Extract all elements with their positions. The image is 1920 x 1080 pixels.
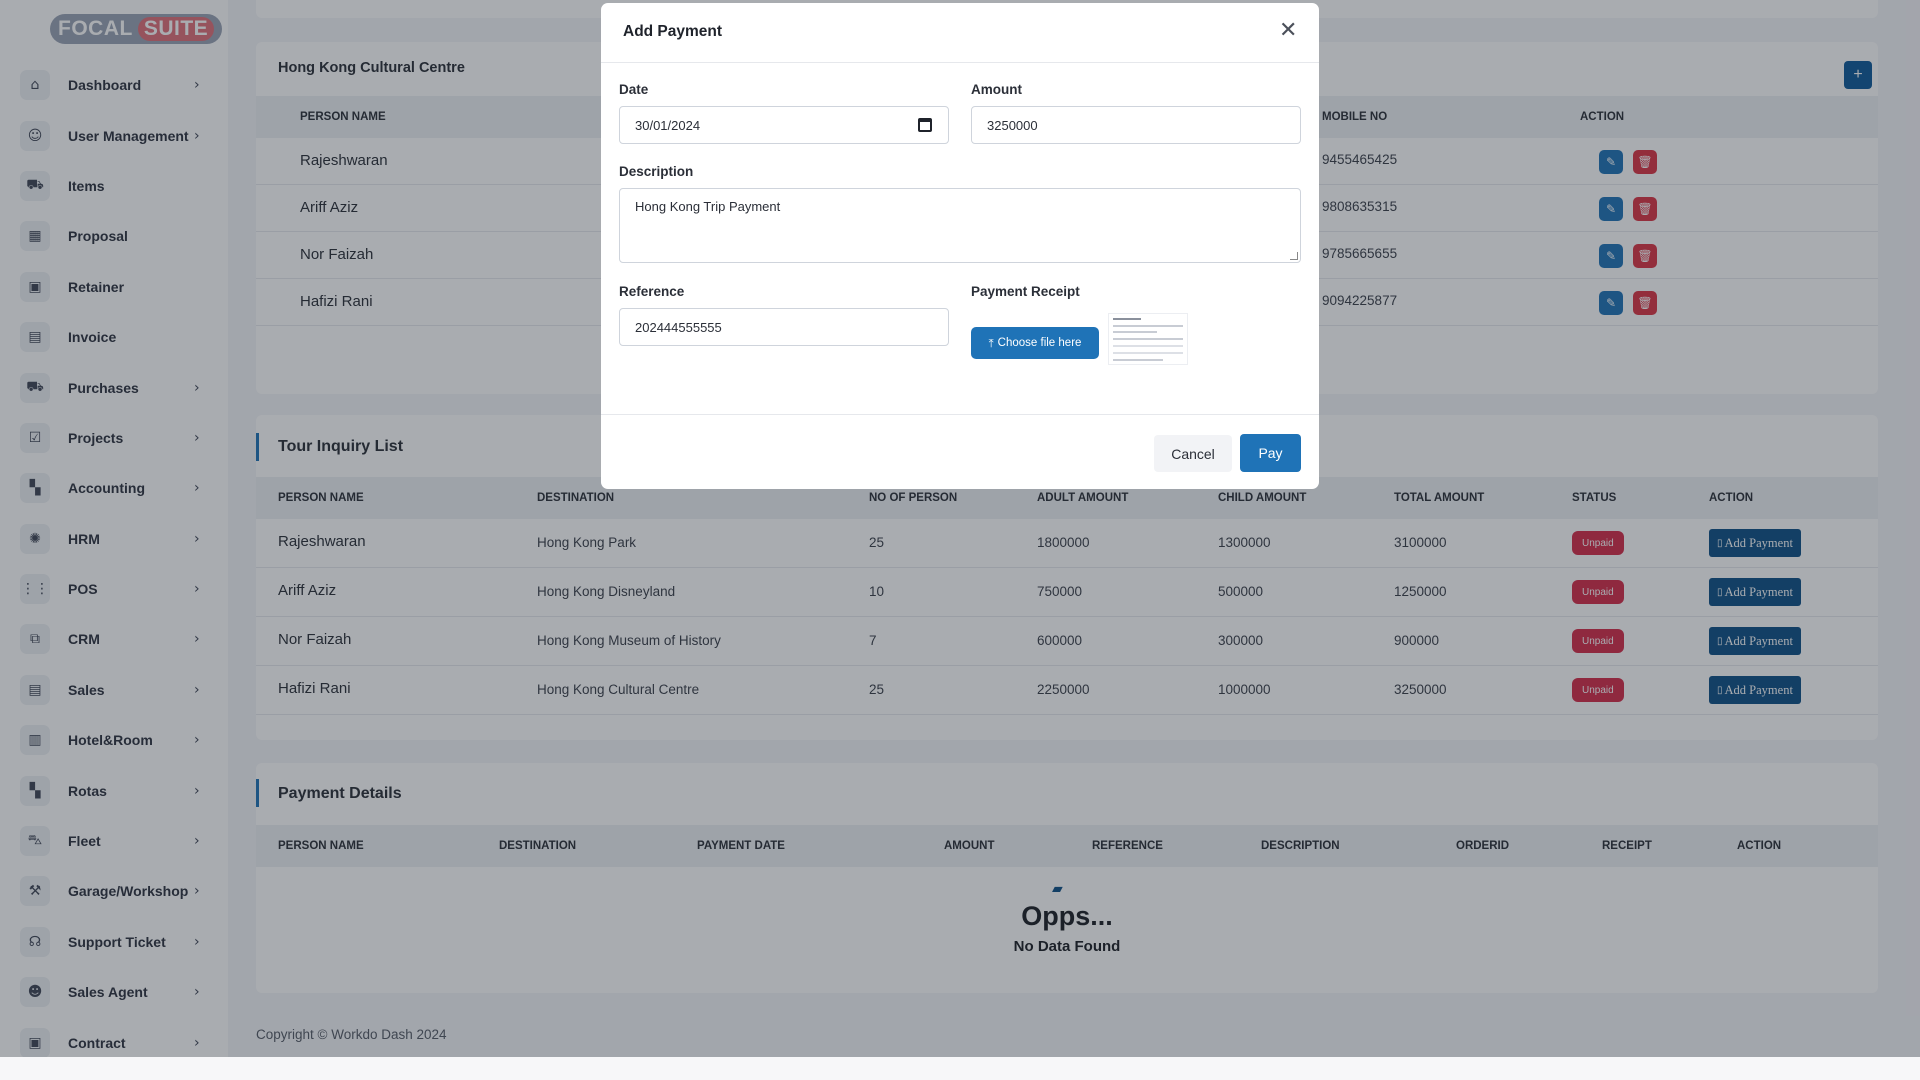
modal-title: Add Payment	[623, 23, 723, 40]
calendar-icon[interactable]	[918, 118, 932, 132]
payment-receipt-label: Payment Receipt	[971, 284, 1080, 299]
pay-button[interactable]: Pay	[1240, 434, 1301, 472]
amount-input[interactable]: 3250000	[971, 106, 1301, 144]
upload-icon: ⤒	[988, 335, 994, 350]
date-label: Date	[619, 82, 649, 97]
amount-value: 3250000	[987, 117, 1038, 133]
receipt-preview-image	[1108, 313, 1188, 365]
date-value: 30/01/2024	[635, 117, 701, 133]
date-input[interactable]: 30/01/2024	[619, 106, 949, 144]
add-payment-modal: Add Payment ✕ Date 30/01/2024 Amount 325…	[601, 3, 1319, 489]
reference-label: Reference	[619, 284, 685, 299]
close-icon[interactable]: ✕	[1279, 19, 1297, 43]
modal-header: Add Payment ✕	[601, 3, 1319, 63]
reference-value: 202444555555	[635, 319, 722, 335]
description-textarea[interactable]: Hong Kong Trip Payment	[619, 188, 1301, 263]
bottom-strip	[0, 1057, 1920, 1080]
cancel-button[interactable]: Cancel	[1154, 435, 1232, 472]
description-label: Description	[619, 164, 694, 179]
reference-input[interactable]: 202444555555	[619, 308, 949, 346]
description-value: Hong Kong Trip Payment	[635, 199, 781, 214]
resize-handle-icon[interactable]	[1290, 252, 1298, 260]
choose-file-button[interactable]: ⤒ Choose file here	[971, 327, 1099, 359]
choose-file-label: Choose file here	[997, 337, 1082, 349]
amount-label: Amount	[971, 82, 1022, 97]
